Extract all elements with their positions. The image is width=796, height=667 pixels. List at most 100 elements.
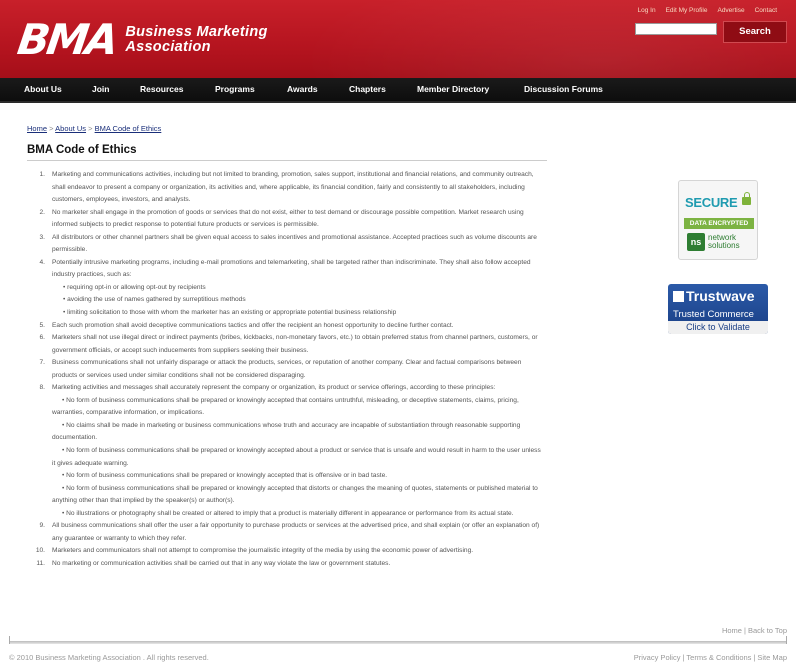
sub-paragraph: • No form of business communications sha… [52, 447, 541, 467]
nav-join[interactable]: Join [92, 78, 109, 101]
trustwave-label: Trustwave [686, 288, 755, 304]
contact-link[interactable]: Contact [755, 7, 777, 14]
list-item: 1. Marketing and communications activitie… [27, 169, 542, 207]
lock-icon [742, 192, 751, 205]
list-item: 6. Marketers shall not use illegal direct… [27, 332, 542, 357]
sub-paragraph: • No illustrations or photography shall … [62, 509, 514, 517]
nav-about-us[interactable]: About Us [24, 78, 62, 101]
separator: | [753, 653, 756, 662]
secure-label: SECURE [685, 195, 738, 210]
logo-text: Business Marketing Association [125, 25, 267, 55]
logo-mark: BMA [14, 15, 119, 64]
trustwave-name: Trustwave [673, 288, 754, 304]
list-text: All distributors or other channel partne… [52, 233, 537, 254]
site-map-link[interactable]: Site Map [757, 653, 787, 662]
edit-profile-link[interactable]: Edit My Profile [666, 7, 708, 14]
privacy-policy-link[interactable]: Privacy Policy [634, 653, 681, 662]
footer-divider-end [786, 636, 787, 644]
login-link[interactable]: Log In [638, 7, 656, 14]
list-item: 3. All distributors or other channel part… [27, 232, 542, 257]
sub-paragraph: • No form of business communications sha… [52, 484, 538, 505]
site-logo[interactable]: BMA Business Marketing Association [14, 15, 268, 64]
list-item: 7. Business communications shall not unfa… [27, 357, 542, 382]
sub-bullet: • requiring opt-in or allowing opt-out b… [63, 283, 206, 291]
list-text: Marketing and communications activities,… [52, 171, 534, 204]
back-to-top-link[interactable]: Back to Top [748, 626, 787, 635]
list-text: Business communications shall not unfair… [52, 359, 522, 379]
copyright: © 2010 Business Marketing Association . … [9, 653, 209, 662]
trustwave-logo-icon [673, 291, 684, 302]
breadcrumb-home[interactable]: Home [27, 124, 47, 133]
footer-links: Privacy Policy | Terms & Conditions | Site M… [634, 653, 787, 662]
nav-discussion-forums[interactable]: Discussion Forums [524, 78, 603, 101]
list-number: 7. [39, 359, 46, 367]
list-item: 9. All business communications shall offe… [27, 520, 542, 545]
click-to-validate-button[interactable]: Click to Validate [668, 321, 768, 334]
nav-awards[interactable]: Awards [287, 78, 318, 101]
list-item: 5. Each such promotion shall avoid decept… [27, 320, 542, 333]
breadcrumb-separator: > [88, 124, 93, 133]
list-number: 10. [35, 547, 45, 555]
footer-divider [9, 641, 787, 644]
encrypted-label: DATA ENCRYPTED [684, 218, 754, 229]
advertise-link[interactable]: Advertise [717, 7, 744, 14]
network-solutions-label: network solutions [708, 234, 740, 250]
list-number: 4. [39, 258, 46, 266]
nav-member-directory[interactable]: Member Directory [417, 78, 489, 101]
list-number: 8. [39, 384, 46, 392]
sub-bullet: • avoiding the use of names gathered by … [63, 296, 246, 304]
list-item: 8. Marketing activities and messages shal… [27, 382, 542, 520]
site-header: BMA Business Marketing Association Log I… [0, 0, 796, 78]
nav-resources[interactable]: Resources [140, 78, 183, 101]
trustwave-badge[interactable]: Trustwave Trusted Commerce Click to Vali… [668, 284, 768, 334]
sub-bullet: • limiting solicitation to those with wh… [63, 309, 397, 317]
separator: | [682, 653, 685, 662]
list-text: Marketers and communicators shall not at… [52, 547, 474, 555]
nav-chapters[interactable]: Chapters [349, 78, 386, 101]
logo-line-2: Association [125, 39, 211, 55]
list-item: 11. No marketing or communication activit… [27, 558, 542, 571]
list-number: 2. [39, 208, 46, 216]
secure-seal-badge[interactable]: SECURE DATA ENCRYPTED ns network solutio… [678, 180, 758, 260]
title-divider [27, 160, 547, 161]
footer-divider-end [9, 636, 10, 644]
main-nav: About Us Join Resources Programs Awards … [0, 78, 796, 103]
breadcrumb-current[interactable]: BMA Code of Ethics [95, 124, 162, 133]
sub-paragraph: • No form of business communications sha… [62, 472, 388, 480]
footer-top-links: Home | Back to Top [722, 626, 787, 635]
utility-links: Log In Edit My Profile Advertise Contact [638, 7, 778, 14]
ns-line-2: solutions [708, 241, 740, 250]
list-text: Marketing activities and messages shall … [52, 384, 496, 392]
list-text: All business communications shall offer … [52, 522, 540, 542]
page-title: BMA Code of Ethics [27, 144, 137, 156]
sub-paragraph: • No claims shall be made in marketing o… [52, 421, 521, 442]
ethics-list: 1. Marketing and communications activitie… [27, 169, 542, 571]
search-button[interactable]: Search [723, 21, 787, 43]
list-number: 11. [36, 559, 45, 567]
list-number: 6. [39, 334, 46, 342]
list-text: Marketers shall not use illegal direct o… [52, 334, 538, 354]
list-text: No marketer shall engage in the promotio… [52, 208, 524, 229]
list-number: 5. [39, 321, 46, 329]
logo-line-1: Business Marketing [125, 24, 268, 40]
list-item: 10. Marketers and communicators shall not… [27, 545, 542, 558]
list-number: 1. [39, 171, 46, 178]
nav-programs[interactable]: Programs [215, 78, 255, 101]
list-text: Potentially intrusive marketing programs… [52, 258, 531, 279]
terms-link[interactable]: Terms & Conditions [686, 653, 751, 662]
list-text: No marketing or communication activities… [52, 559, 391, 567]
network-solutions-icon: ns [687, 233, 705, 251]
search-input[interactable] [635, 23, 717, 35]
footer-home-link[interactable]: Home [722, 626, 742, 635]
breadcrumb-about-us[interactable]: About Us [55, 124, 86, 133]
list-text: Each such promotion shall avoid deceptiv… [52, 321, 454, 329]
sub-paragraph: • No form of business communications sha… [52, 396, 519, 417]
list-number: 3. [39, 233, 46, 241]
trusted-commerce-label: Trusted Commerce [673, 309, 754, 320]
list-item: 2. No marketer shall engage in the promot… [27, 207, 542, 232]
list-number: 9. [39, 522, 46, 530]
breadcrumb: Home > About Us > BMA Code of Ethics [27, 124, 161, 133]
list-item: 4. Potentially intrusive marketing progra… [27, 257, 542, 320]
breadcrumb-separator: > [49, 124, 54, 133]
separator: | [743, 626, 746, 635]
